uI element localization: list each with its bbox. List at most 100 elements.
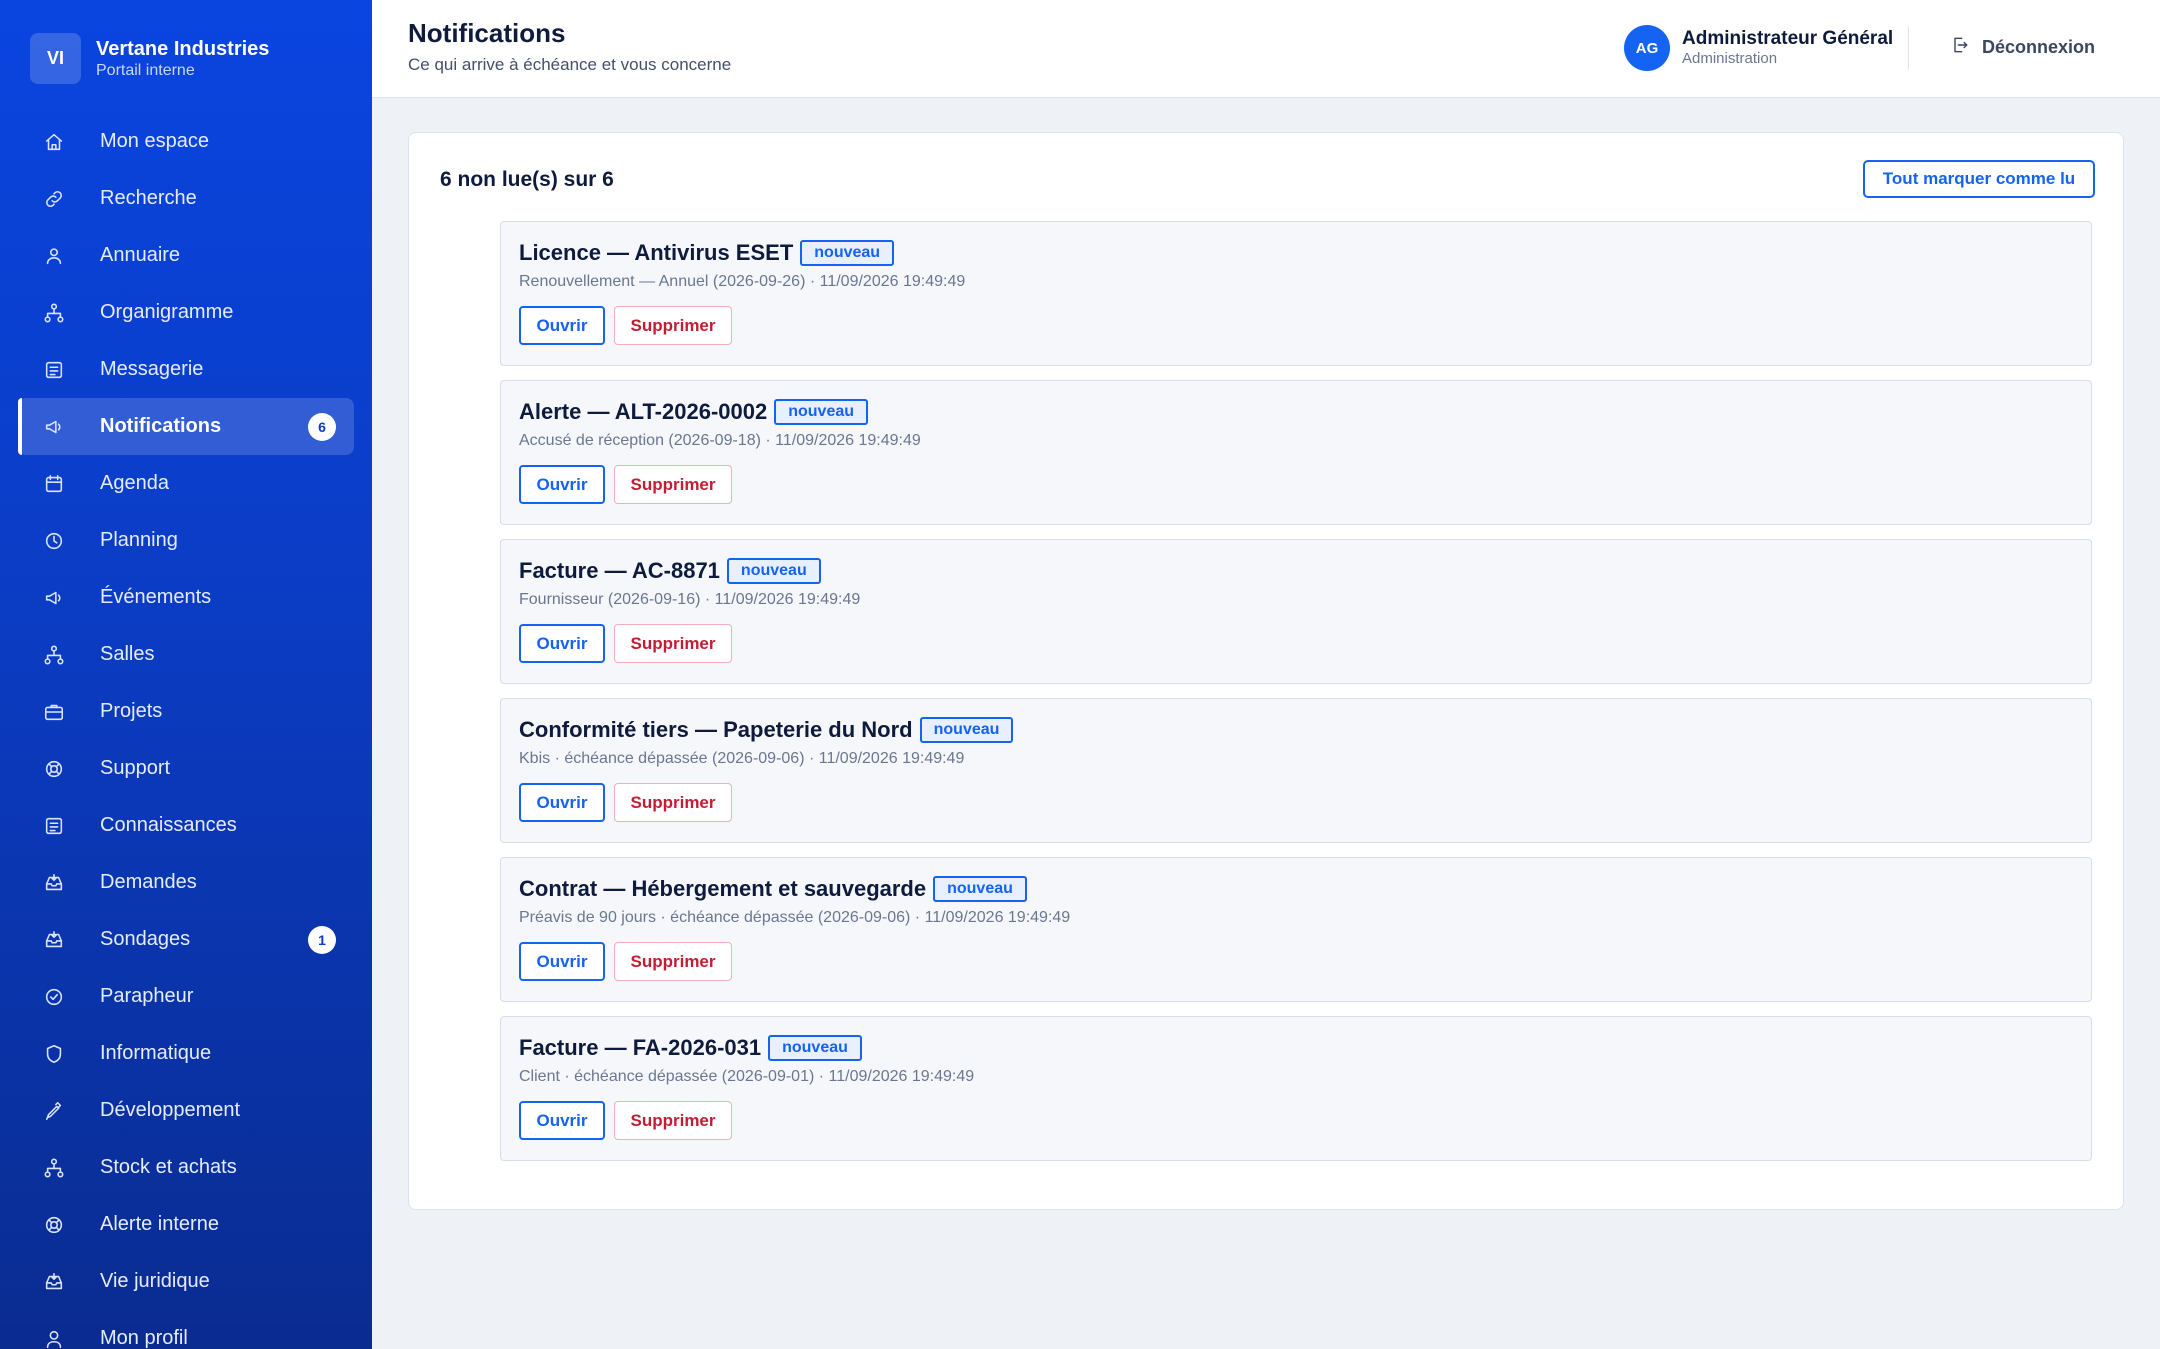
sidebar-item-projets[interactable]: Projets — [18, 683, 354, 740]
sidebar-item-label: Salles — [100, 643, 155, 665]
notification-item: Licence — Antivirus ESET nouveau Renouvell… — [500, 221, 2092, 366]
user-role: Administration — [1682, 50, 1778, 67]
sidebar-item-label: Annuaire — [100, 244, 181, 266]
notification-item: Conformité tiers — Papeterie du Nord nouv… — [500, 698, 2092, 843]
delete-button[interactable]: Supprimer — [614, 306, 732, 345]
open-button[interactable]: Ouvrir — [519, 942, 605, 981]
sidebar-item-sondages[interactable]: Sondages 1 — [18, 911, 354, 968]
sidebar-item-notifications[interactable]: Notifications 6 — [18, 398, 354, 455]
sidebar-item-label: Alerte interne — [100, 1213, 219, 1235]
open-button[interactable]: Ouvrir — [519, 624, 605, 663]
clock-icon — [42, 529, 66, 553]
new-badge: nouveau — [919, 717, 1014, 743]
page-subtitle: Ce qui arrive à échéance et vous concern… — [408, 55, 732, 74]
megaphone-icon — [42, 415, 66, 439]
logout-button[interactable]: Déconnexion — [1950, 35, 2095, 60]
megaphone-icon — [42, 586, 66, 610]
sidebar-item-label: Notifications — [100, 415, 222, 437]
avatar: AG — [1624, 25, 1670, 71]
sidebar-item-label: Projets — [100, 700, 163, 722]
sidebar-item-demandes[interactable]: Demandes — [18, 854, 354, 911]
open-button[interactable]: Ouvrir — [519, 465, 605, 504]
page-title: Notifications — [408, 18, 566, 48]
link-icon — [42, 187, 66, 211]
lifebuoy-icon — [42, 1213, 66, 1237]
home-icon — [42, 130, 66, 154]
sidebar-item-vie-juridique[interactable]: Vie juridique — [18, 1253, 354, 1310]
notification-title: Contrat — Hébergement et sauvegarde — [519, 876, 927, 901]
sidebar-item-recherche[interactable]: Recherche — [18, 170, 354, 227]
org-chart-icon — [42, 643, 66, 667]
delete-button[interactable]: Supprimer — [614, 783, 732, 822]
document-icon — [42, 814, 66, 838]
open-button[interactable]: Ouvrir — [519, 1101, 605, 1140]
mark-all-read-button[interactable]: Tout marquer comme lu — [1863, 160, 2095, 198]
sidebar-item-label: Messagerie — [100, 358, 204, 380]
sidebar-item-label: Agenda — [100, 472, 169, 494]
sidebar-item-annuaire[interactable]: Annuaire — [18, 227, 354, 284]
new-badge: nouveau — [933, 876, 1027, 902]
notification-title: Licence — Antivirus ESET — [519, 240, 794, 265]
sidebar-item-agenda[interactable]: Agenda — [18, 455, 354, 512]
sidebar-item-support[interactable]: Support — [18, 740, 354, 797]
count-badge: 6 — [308, 412, 336, 441]
brand-logo: VI — [30, 33, 81, 84]
brand-name: Vertane Industries — [96, 38, 270, 60]
sidebar-item-label: Mon espace — [100, 130, 209, 152]
sidebar-item-connaissances[interactable]: Connaissances — [18, 797, 354, 854]
delete-button[interactable]: Supprimer — [614, 1101, 732, 1140]
brand[interactable]: VI Vertane Industries Portail interne — [30, 33, 269, 84]
document-icon — [42, 358, 66, 382]
inbox-icon — [42, 928, 66, 952]
notification-item: Facture — AC-8871 nouveau Fournisseur (202… — [500, 539, 2092, 684]
user-icon — [42, 1327, 66, 1349]
new-badge: nouveau — [800, 240, 895, 266]
delete-button[interactable]: Supprimer — [614, 624, 732, 663]
sidebar-item-label: Développement — [100, 1099, 241, 1121]
sidebar-item-developpement[interactable]: Développement — [18, 1082, 354, 1139]
notification-meta: Accusé de réception (2026-09-18) · 11/09… — [519, 432, 921, 449]
notification-item: Alerte — ALT-2026-0002 nouveau Accusé de r… — [500, 380, 2092, 525]
sidebar-item-organigramme[interactable]: Organigramme — [18, 284, 354, 341]
new-badge: nouveau — [726, 558, 821, 584]
delete-button[interactable]: Supprimer — [614, 942, 732, 981]
sidebar-item-evenements[interactable]: Événements — [18, 569, 354, 626]
user-menu[interactable]: AG Administrateur Général Administration — [1624, 25, 1893, 71]
briefcase-icon — [42, 700, 66, 724]
notifications-panel: 6 non lue(s) sur 6 Tout marquer comme lu… — [408, 132, 2124, 1210]
sidebar-item-stock-et-achats[interactable]: Stock et achats — [18, 1139, 354, 1196]
brand-subtitle: Portail interne — [96, 62, 195, 79]
notification-meta: Préavis de 90 jours · échéance dépassée … — [519, 909, 1071, 926]
sidebar-item-label: Parapheur — [100, 985, 194, 1007]
sidebar-item-planning[interactable]: Planning — [18, 512, 354, 569]
sidebar-item-label: Recherche — [100, 187, 197, 209]
logout-icon — [1950, 35, 1982, 60]
notification-meta: Client · échéance dépassée (2026-09-01) … — [519, 1068, 975, 1085]
sidebar-item-label: Support — [100, 757, 171, 779]
lifebuoy-icon — [42, 757, 66, 781]
sidebar-item-mon-espace[interactable]: Mon espace — [18, 113, 354, 170]
open-button[interactable]: Ouvrir — [519, 783, 605, 822]
open-button[interactable]: Ouvrir — [519, 306, 605, 345]
sidebar-item-label: Connaissances — [100, 814, 237, 836]
sidebar-item-mon-profil[interactable]: Mon profil — [18, 1310, 354, 1349]
notification-item: Facture — FA-2026-031 nouveau Client · éch… — [500, 1016, 2092, 1161]
sidebar-item-label: Planning — [100, 529, 178, 551]
sidebar: VI Vertane Industries Portail interne Mo… — [0, 0, 372, 1349]
sidebar-item-label: Sondages — [100, 928, 191, 950]
sidebar-item-messagerie[interactable]: Messagerie — [18, 341, 354, 398]
sidebar-item-label: Événements — [100, 586, 212, 608]
sidebar-item-informatique[interactable]: Informatique — [18, 1025, 354, 1082]
sidebar-item-label: Organigramme — [100, 301, 234, 323]
sidebar-item-salles[interactable]: Salles — [18, 626, 354, 683]
count-badge: 1 — [308, 925, 336, 954]
notification-meta: Renouvellement — Annuel (2026-09-26) · 1… — [519, 273, 966, 290]
sidebar-item-parapheur[interactable]: Parapheur — [18, 968, 354, 1025]
notification-title: Alerte — ALT-2026-0002 — [519, 399, 768, 424]
inbox-icon — [42, 871, 66, 895]
new-badge: nouveau — [768, 1035, 862, 1061]
delete-button[interactable]: Supprimer — [614, 465, 732, 504]
notification-title: Conformité tiers — Papeterie du Nord — [519, 717, 913, 742]
sidebar-item-alerte-interne[interactable]: Alerte interne — [18, 1196, 354, 1253]
sidebar-item-label: Vie juridique — [100, 1270, 210, 1292]
